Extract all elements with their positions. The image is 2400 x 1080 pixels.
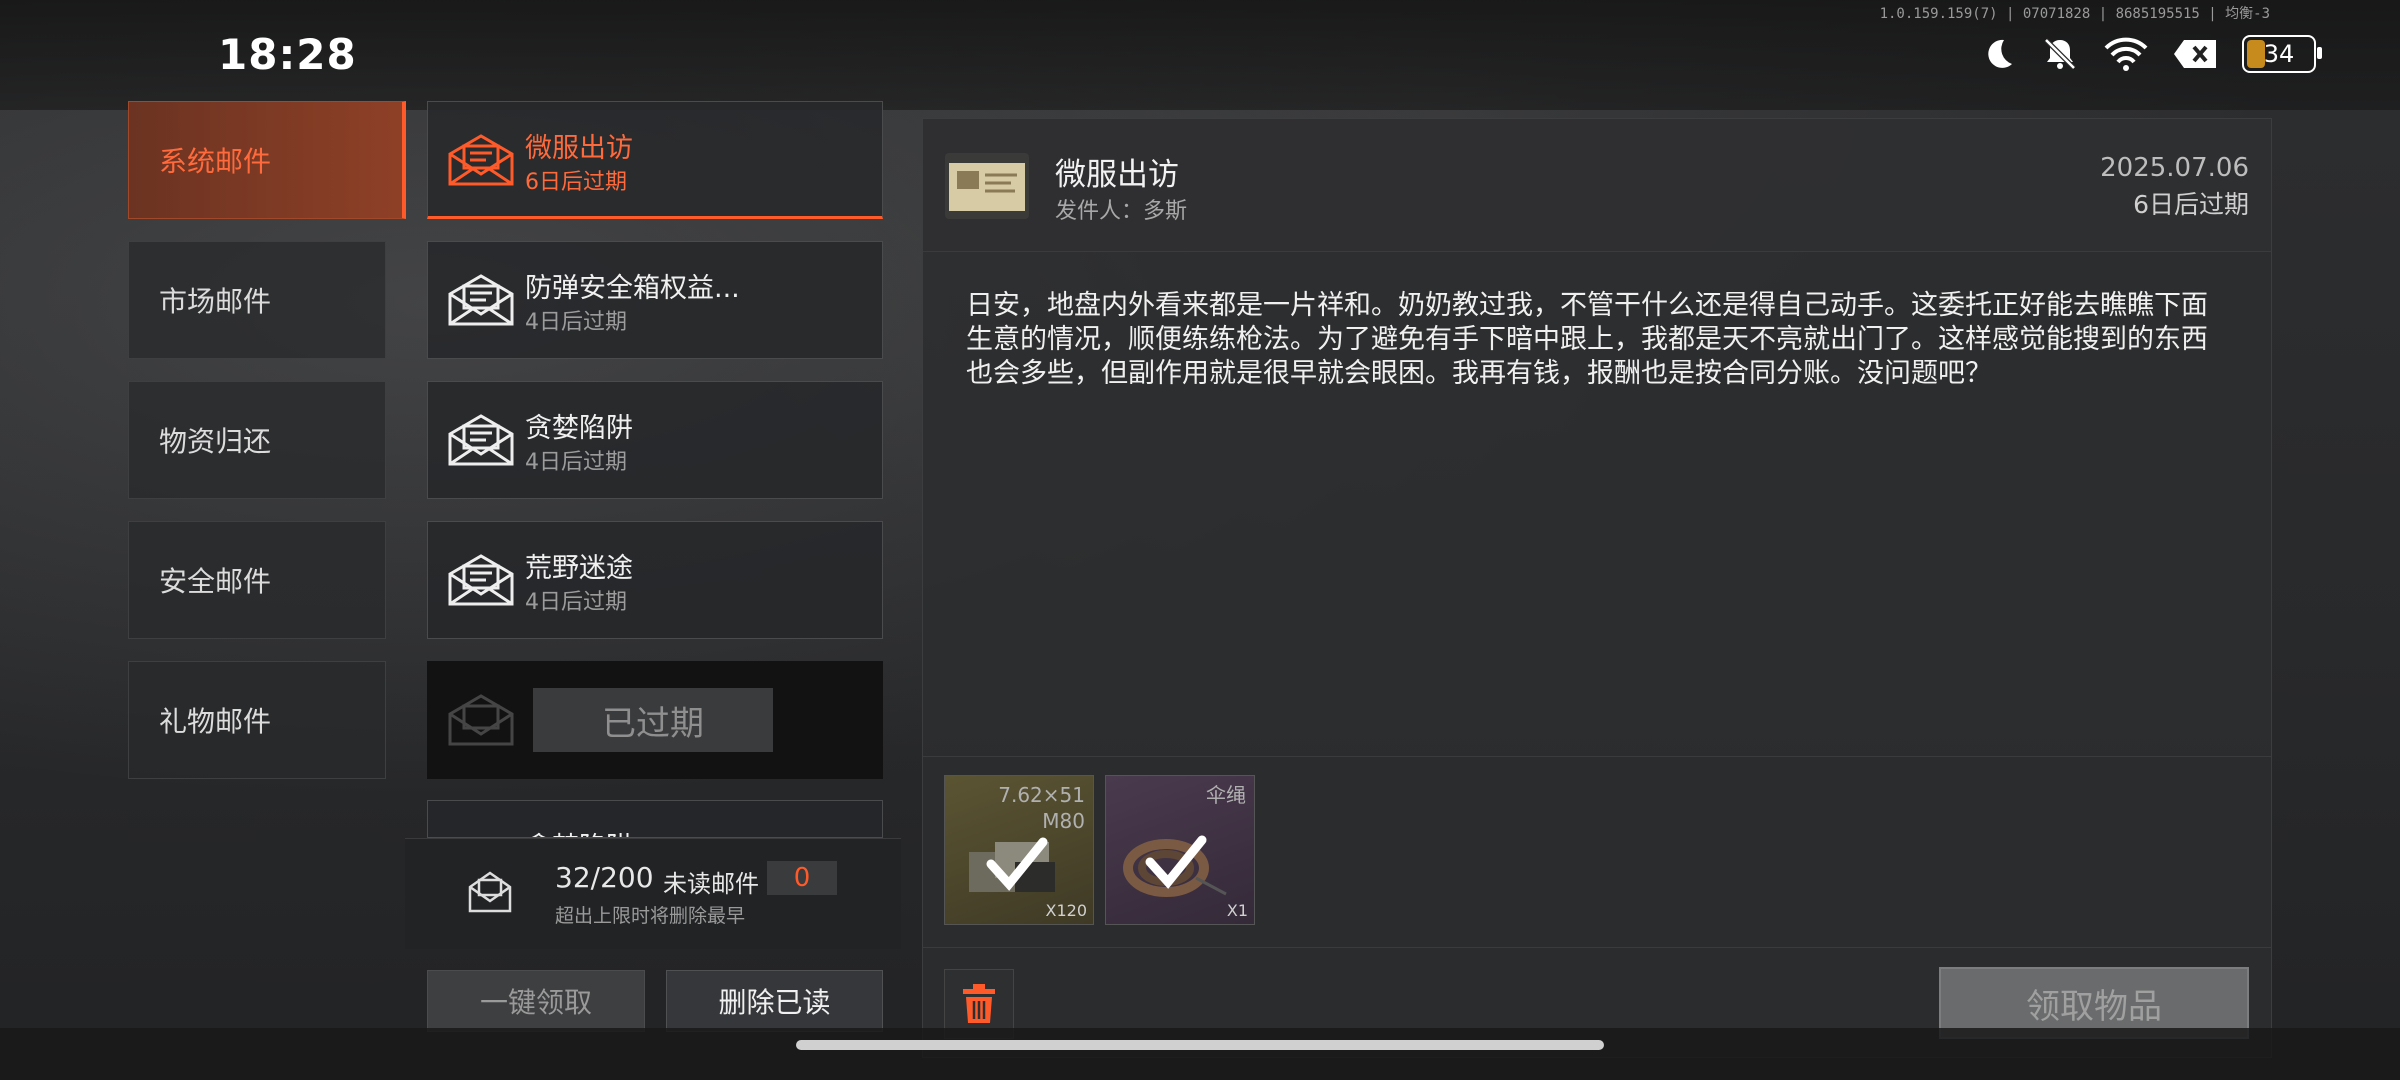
mail-expiry: 4日后过期 (525, 310, 627, 335)
mail-item[interactable]: 荒野迷途 4日后过期 (427, 521, 883, 639)
category-label: 市场邮件 (159, 285, 272, 318)
attachment-name-line: 7.62×51 (998, 783, 1085, 807)
bell-muted-icon (2044, 38, 2076, 70)
mail-subject: 贪婪陷阱 (525, 413, 633, 444)
mail-sender: 发件人：多斯 (1055, 199, 1188, 224)
limit-note: 超出上限时将删除最早 (555, 905, 746, 927)
mail-title: 微服出访 (1055, 157, 1179, 193)
envelope-icon (448, 414, 514, 466)
mail-expiry: 6日后过期 (2133, 190, 2249, 219)
letter-icon (945, 153, 1029, 219)
mail-subject: 防弹安全箱权益... (525, 273, 740, 304)
ammo-box-icon (969, 837, 1055, 892)
mail-subject: 贪婪陷阱 (525, 825, 633, 837)
attachment-item[interactable]: 7.62×51 M80 X120 (944, 775, 1094, 925)
mail-expiry: 4日后过期 (525, 450, 627, 475)
battery-indicator: 34 (2242, 35, 2322, 73)
mail-item[interactable]: 贪婪陷阱 4日后过期 (427, 381, 883, 499)
envelope-icon (468, 871, 512, 913)
mail-subject: 荒野迷途 (525, 553, 633, 584)
expired-badge: 已过期 (533, 688, 773, 752)
status-bar: 1.0.159.159(7) | 07071828 | 8685195515 |… (0, 0, 2400, 110)
wifi-icon (2104, 37, 2148, 71)
mail-body: 日安，地盘内外看来都是一片祥和。奶奶教过我，不管干什么还是得自己动手。这委托正好… (966, 290, 2208, 389)
unread-count: 0 (767, 861, 837, 895)
unread-label: 未读邮件 (663, 870, 759, 898)
mail-expiry: 4日后过期 (525, 590, 627, 615)
category-security-mail[interactable]: 安全邮件 (128, 521, 386, 639)
mail-item[interactable]: 防弹安全箱权益... 4日后过期 (427, 241, 883, 359)
category-label: 礼物邮件 (159, 705, 272, 738)
mail-item[interactable]: 微服出访 6日后过期 (427, 101, 883, 219)
category-label: 系统邮件 (159, 145, 272, 178)
trash-icon (963, 984, 995, 1023)
close-tag-icon (2174, 40, 2216, 68)
category-gift-mail[interactable]: 礼物邮件 (128, 661, 386, 779)
envelope-icon (448, 554, 514, 606)
category-supply-return[interactable]: 物资归还 (128, 381, 386, 499)
battery-fill (2247, 40, 2265, 68)
bottom-strip (0, 1028, 2400, 1080)
moon-icon (1988, 39, 2012, 68)
mail-item[interactable]: 贪婪陷阱 (427, 800, 883, 838)
attachment-qty: X1 (1226, 901, 1248, 920)
mail-expiry: 6日后过期 (525, 170, 627, 195)
mail-count-panel: 32/200 未读邮件 0 超出上限时将删除最早 (405, 838, 901, 949)
attachment-item[interactable]: 伞绳 X1 (1105, 775, 1255, 925)
envelope-icon (448, 694, 514, 746)
envelope-open-icon (448, 134, 514, 186)
category-system-mail[interactable]: 系统邮件 (128, 101, 406, 219)
delete-read-button[interactable]: 删除已读 (666, 970, 883, 1032)
mail-count: 32/200 (555, 861, 654, 894)
category-label: 安全邮件 (159, 565, 272, 598)
mail-date: 2025.07.06 (2100, 153, 2249, 183)
rope-icon (1123, 835, 1227, 897)
mail-item-expired[interactable]: 已过期 (427, 661, 883, 779)
clock: 18:28 (218, 30, 357, 79)
claim-all-button[interactable]: 一键领取 (427, 970, 645, 1032)
attachment-qty: X120 (1045, 901, 1088, 920)
envelope-icon (448, 274, 514, 326)
category-label: 物资归还 (159, 425, 272, 458)
mail-detail-header: 微服出访 发件人：多斯 2025.07.06 6日后过期 (923, 119, 2271, 252)
mail-detail-panel: 微服出访 发件人：多斯 2025.07.06 6日后过期 日安，地盘内外看来都是… (922, 118, 2272, 1058)
version-string: 1.0.159.159(7) | 07071828 | 8685195515 |… (1879, 6, 2270, 22)
system-icons: 34 (1978, 34, 2322, 74)
category-market-mail[interactable]: 市场邮件 (128, 241, 386, 359)
home-indicator[interactable] (796, 1040, 1604, 1050)
battery-level: 34 (2263, 40, 2295, 68)
divider (923, 756, 2271, 757)
divider (923, 947, 2271, 948)
mail-subject: 微服出访 (525, 133, 633, 164)
attachment-name: 伞绳 (1206, 783, 1246, 807)
